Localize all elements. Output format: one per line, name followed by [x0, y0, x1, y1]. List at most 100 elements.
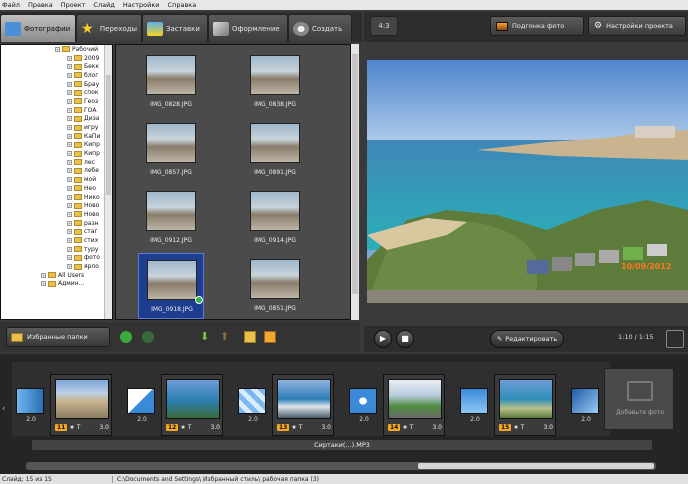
- expand-icon[interactable]: +: [67, 98, 72, 104]
- expand-icon[interactable]: +: [67, 255, 72, 261]
- expand-icon[interactable]: +: [67, 64, 72, 70]
- transition-slot[interactable]: 2.0: [16, 388, 46, 432]
- photo-thumbnail[interactable]: IMG_0828.JPG: [138, 49, 204, 115]
- edit-button[interactable]: ✎ Редактировать: [490, 330, 564, 348]
- tree-folder[interactable]: + стих: [1, 236, 112, 245]
- folder-tree[interactable]: + Рабочий +2009 + Бекк + блог + Брау + спок + Геоз + Г…: [0, 44, 113, 320]
- expand-icon[interactable]: +: [67, 237, 72, 243]
- tree-folder[interactable]: + блог: [1, 71, 112, 80]
- tree-scrollbar[interactable]: [104, 45, 112, 319]
- expand-icon[interactable]: +: [67, 203, 72, 209]
- star-icon[interactable]: ★: [291, 424, 296, 431]
- timeline-slide[interactable]: 11 ★ T 3.0: [50, 374, 112, 436]
- chevron-left-icon[interactable]: ‹: [2, 404, 10, 414]
- project-settings-button[interactable]: ⚙ Настройки проекта: [588, 16, 686, 36]
- transition-slot[interactable]: 2.0: [127, 388, 157, 432]
- tree-folder[interactable]: + ГОА: [1, 106, 112, 115]
- timeline-slide[interactable]: 14 ★ T 3.0: [383, 374, 445, 436]
- photo-thumbnail[interactable]: IMG_0851.JPG: [242, 253, 308, 319]
- menu-project[interactable]: Проект: [61, 1, 86, 9]
- transition-slot[interactable]: 2.0: [349, 388, 379, 432]
- text-icon[interactable]: T: [410, 424, 414, 431]
- photo-thumbnail[interactable]: IMG_0857.JPG: [138, 117, 204, 183]
- tree-folder[interactable]: + фото: [1, 254, 112, 263]
- tab-create[interactable]: Создать: [288, 14, 352, 42]
- menu-settings[interactable]: Настройки: [123, 1, 160, 9]
- photo-thumbnail[interactable]: IMG_0891.JPG: [242, 117, 308, 183]
- menu-file[interactable]: Файл: [2, 1, 20, 9]
- play-button[interactable]: ▶: [374, 330, 392, 348]
- expand-icon[interactable]: +: [67, 159, 72, 165]
- tab-design[interactable]: Оформление: [208, 14, 288, 42]
- expand-icon[interactable]: +: [67, 194, 72, 200]
- timeline-slide[interactable]: 15 ★ T 3.0: [494, 374, 556, 436]
- tree-folder[interactable]: + разн: [1, 219, 112, 228]
- tree-folder[interactable]: + ярло: [1, 262, 112, 271]
- star-icon[interactable]: ★: [402, 424, 407, 431]
- tree-folder[interactable]: + Кипр: [1, 141, 112, 150]
- expand-icon[interactable]: +: [67, 177, 72, 183]
- tree-folder[interactable]: + Ново: [1, 210, 112, 219]
- transition-slot[interactable]: 2.0: [460, 388, 490, 432]
- expand-icon[interactable]: +: [67, 125, 72, 131]
- arrow-up-icon[interactable]: ⬆: [220, 331, 232, 343]
- tree-folder[interactable]: + Нео: [1, 184, 112, 193]
- expand-icon[interactable]: +: [67, 264, 72, 270]
- tree-folder[interactable]: + Нико: [1, 193, 112, 202]
- expand-icon[interactable]: +: [67, 246, 72, 252]
- add-photo-slot[interactable]: Добавьте фото: [604, 368, 674, 430]
- star-icon[interactable]: ★: [180, 424, 185, 431]
- expand-icon[interactable]: +: [55, 46, 60, 52]
- transition-slot[interactable]: 2.0: [238, 388, 268, 432]
- menu-edit[interactable]: Правка: [28, 1, 53, 9]
- tree-folder[interactable]: +2009: [1, 54, 112, 63]
- expand-icon[interactable]: +: [67, 72, 72, 78]
- back-icon[interactable]: [120, 331, 132, 343]
- tab-splash[interactable]: Заставки: [142, 14, 208, 42]
- star-icon[interactable]: ★: [69, 424, 74, 431]
- tree-folder[interactable]: + All Users: [1, 271, 112, 280]
- expand-icon[interactable]: +: [67, 142, 72, 148]
- thumbnail-scroll-thumb[interactable]: [352, 54, 358, 294]
- arrow-down-icon[interactable]: ⬇: [200, 331, 212, 343]
- tab-photos[interactable]: Фотографии: [0, 14, 76, 42]
- tree-folder[interactable]: + Кипр: [1, 149, 112, 158]
- transition-slot[interactable]: 2.0: [571, 388, 601, 432]
- tree-folder[interactable]: + стаг: [1, 227, 112, 236]
- tree-folder[interactable]: + Диза: [1, 115, 112, 124]
- favorites-button[interactable]: Избранные папки: [6, 327, 110, 347]
- expand-icon[interactable]: +: [67, 55, 72, 61]
- tree-scroll-thumb[interactable]: [106, 75, 111, 195]
- fullscreen-icon[interactable]: [666, 330, 684, 348]
- tree-folder[interactable]: + туру: [1, 245, 112, 254]
- timeline-slide[interactable]: 13 ★ T 3.0: [272, 374, 334, 436]
- expand-icon[interactable]: +: [67, 185, 72, 191]
- expand-icon[interactable]: +: [67, 211, 72, 217]
- expand-icon[interactable]: +: [67, 81, 72, 87]
- tree-folder[interactable]: + Ново: [1, 201, 112, 210]
- tree-folder[interactable]: + Рабочий: [1, 45, 112, 54]
- timeline-slide[interactable]: 12 ★ T 3.0: [161, 374, 223, 436]
- expand-icon[interactable]: +: [67, 168, 72, 174]
- menu-help[interactable]: Справка: [168, 1, 197, 9]
- thumbnail-scrollbar[interactable]: [351, 44, 359, 320]
- tree-folder[interactable]: + лебе: [1, 167, 112, 176]
- audio-track[interactable]: Сиртаки(...).MP3: [32, 440, 652, 450]
- text-icon[interactable]: T: [188, 424, 192, 431]
- expand-icon[interactable]: +: [67, 220, 72, 226]
- tree-folder[interactable]: + Бекк: [1, 62, 112, 71]
- expand-icon[interactable]: +: [41, 281, 46, 287]
- expand-icon[interactable]: +: [67, 151, 72, 157]
- open-folder-icon[interactable]: [244, 331, 256, 343]
- photo-thumbnail[interactable]: IMG_0918.JPG: [138, 253, 204, 319]
- tree-folder[interactable]: + мой: [1, 175, 112, 184]
- add-folder-icon[interactable]: [264, 331, 276, 343]
- photo-thumbnail[interactable]: IMG_0914.JPG: [242, 185, 308, 251]
- tab-transitions[interactable]: ★ Переходы: [76, 14, 142, 42]
- expand-icon[interactable]: +: [67, 229, 72, 235]
- expand-icon[interactable]: +: [67, 107, 72, 113]
- expand-icon[interactable]: +: [41, 272, 46, 278]
- text-icon[interactable]: T: [77, 424, 81, 431]
- photo-thumbnail[interactable]: IMG_0838.JPG: [242, 49, 308, 115]
- timeline-scrollbar[interactable]: [26, 462, 656, 470]
